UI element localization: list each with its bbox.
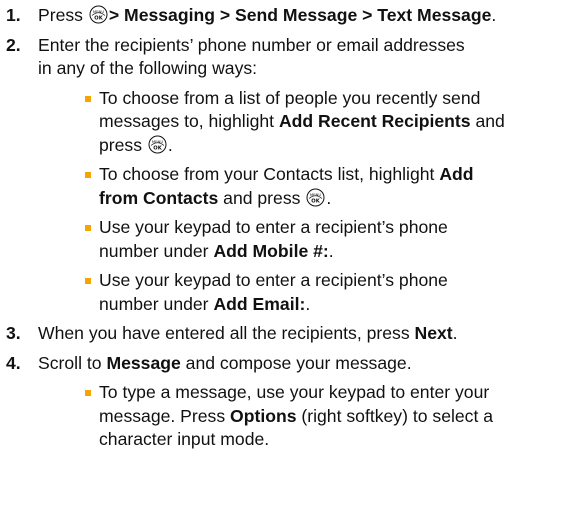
step-number: 1.	[6, 5, 21, 25]
field-message: Message	[106, 352, 181, 373]
svg-text:OK: OK	[94, 16, 103, 22]
bullet-marker	[85, 95, 91, 102]
bullet-marker	[85, 225, 91, 231]
list-item: To choose from your Contacts list, highl…	[0, 163, 576, 210]
option-add-email: Add Email:	[213, 293, 306, 314]
bullet-marker	[85, 278, 91, 284]
step-number: 3.	[6, 323, 21, 343]
step-1: 1. Press MENU OK > Messaging > Send Messag…	[0, 4, 576, 28]
svg-text:MENU: MENU	[310, 192, 322, 197]
step-text: Press MENU OK > Messaging > Send Message >…	[38, 5, 497, 25]
step-2: 2. Enter the recipients’ phone number or…	[0, 34, 576, 81]
menu-ok-key-icon: MENU OK	[306, 188, 325, 207]
menu-ok-key-icon: MENU OK	[148, 135, 167, 154]
step-4: 4. Scroll to Message and compose your me…	[0, 352, 576, 376]
step-2-options: To choose from a list of people you rece…	[0, 87, 576, 317]
bullet-marker	[85, 390, 91, 396]
bullet-marker	[85, 172, 91, 178]
instruction-document: 1. Press MENU OK > Messaging > Send Messag…	[0, 4, 576, 458]
list-item: To choose from a list of people you rece…	[0, 87, 576, 158]
svg-text:MENU: MENU	[93, 9, 105, 14]
option-add-from-contacts: from Contacts	[99, 187, 219, 208]
step-4-options: To type a message, use your keypad to en…	[0, 381, 576, 452]
step-text-line: Enter the recipients’ phone number or em…	[38, 34, 465, 55]
svg-text:OK: OK	[312, 198, 321, 204]
menu-ok-key-icon: MENU OK	[89, 5, 108, 24]
step-text-line: in any of the following ways:	[38, 58, 258, 78]
menu-path: > Messaging > Send Message > Text Messag…	[108, 5, 492, 25]
svg-text:MENU: MENU	[152, 139, 164, 144]
step-number: 4.	[6, 352, 21, 373]
svg-text:OK: OK	[153, 145, 162, 151]
option-add-recent-recipients: Add Recent Recipients	[278, 111, 471, 131]
list-item: Use your keypad to enter a recipient’s p…	[0, 216, 576, 263]
softkey-options: Options	[230, 405, 297, 426]
option-add-mobile: Add Mobile #:	[213, 240, 329, 261]
step-3: 3. When you have entered all the recipie…	[0, 322, 576, 346]
list-item: To type a message, use your keypad to en…	[0, 381, 576, 452]
softkey-next: Next	[414, 323, 453, 343]
step-number: 2.	[6, 34, 21, 55]
list-item: Use your keypad to enter a recipient’s p…	[0, 269, 576, 316]
